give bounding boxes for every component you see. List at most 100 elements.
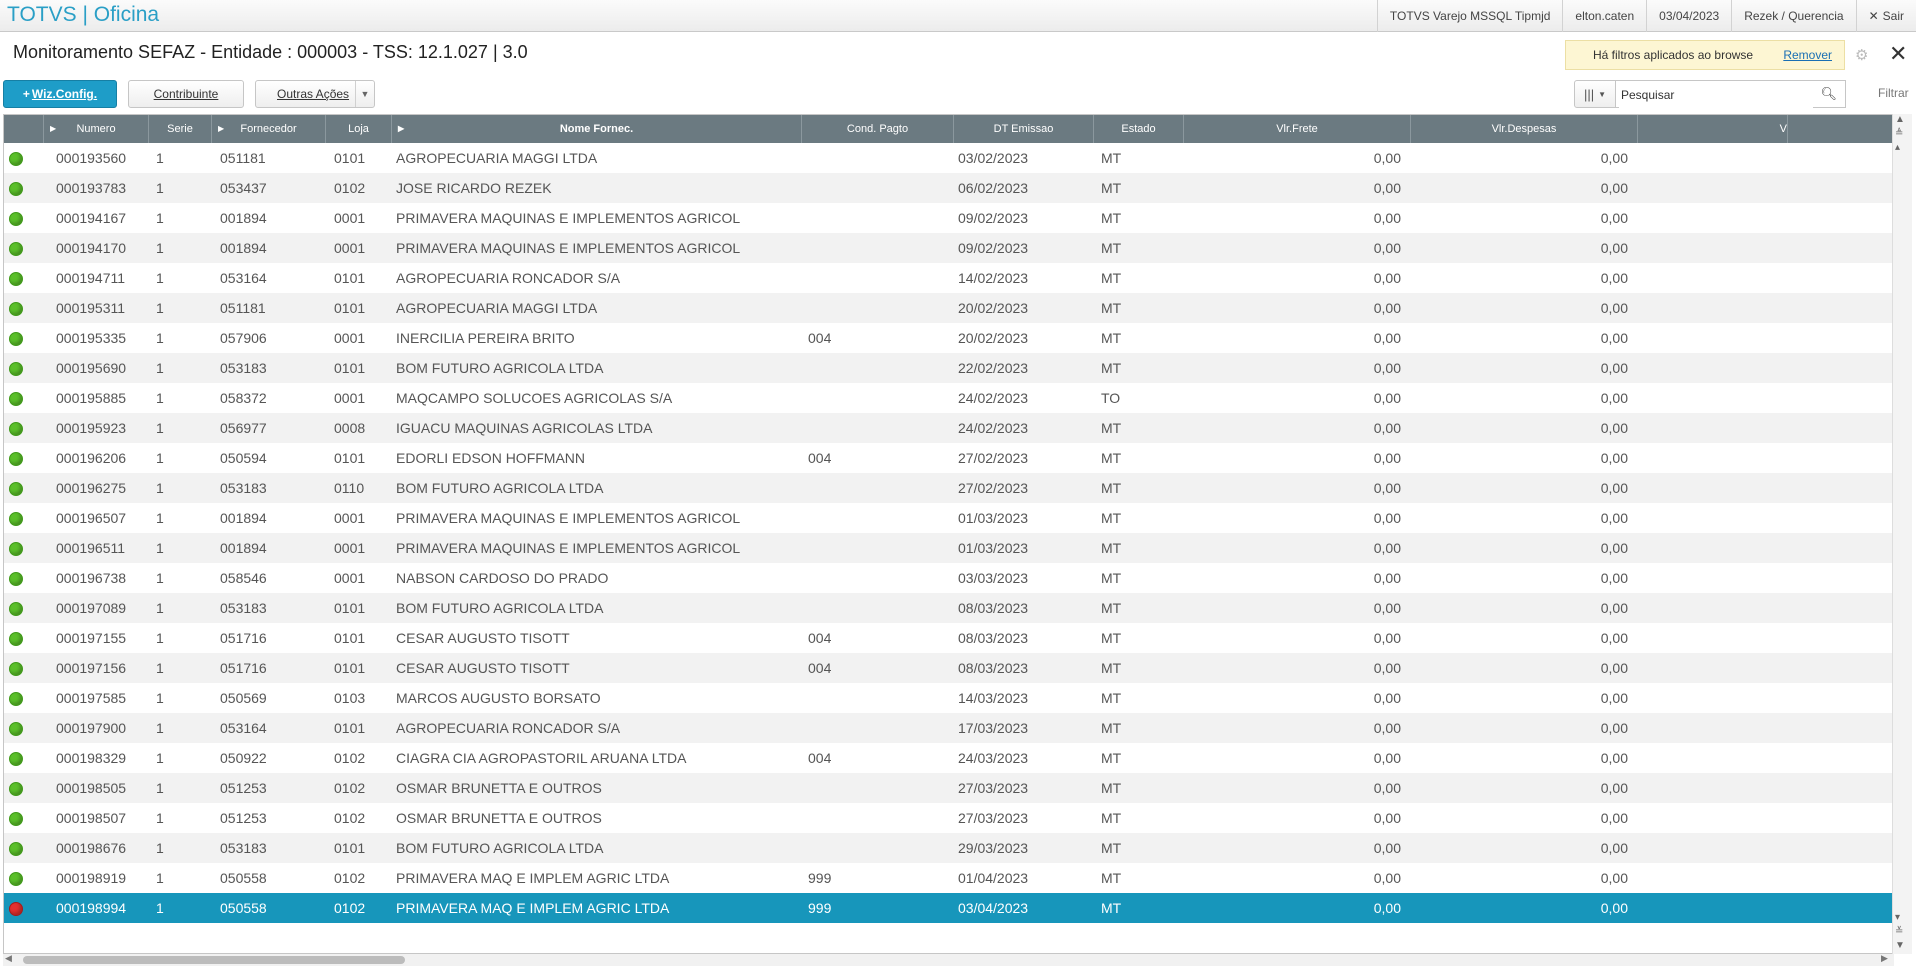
- col-header-numero[interactable]: ▶ Numero: [44, 115, 149, 143]
- search-icon[interactable]: 🔍︎: [1820, 86, 1837, 102]
- scroll-page-down-icon[interactable]: ≚: [1895, 926, 1903, 937]
- scroll-right-icon[interactable]: ▶: [1881, 953, 1888, 964]
- table-row[interactable]: 000196507 1 001894 0001 PRIMAVERA MAQUINAS E…: [4, 503, 1893, 533]
- col-header-serie[interactable]: Serie: [149, 115, 212, 143]
- col-header-dt-emissao[interactable]: DT Emissao: [954, 115, 1094, 143]
- table-row[interactable]: 000197156 1 051716 0101 CESAR AUGUSTO TISOTT…: [4, 653, 1893, 683]
- table-row[interactable]: 000196511 1 001894 0001 PRIMAVERA MAQUINAS E…: [4, 533, 1893, 563]
- table-row[interactable]: 000194170 1 001894 0001 PRIMAVERA MAQUINAS E…: [4, 233, 1893, 263]
- environment-label[interactable]: TOTVS Varejo MSSQL Tipmjd: [1376, 0, 1563, 32]
- cell-nome-fornec: MAQCAMPO SOLUCOES AGRICOLAS S/A: [396, 390, 673, 406]
- cell-numero: 000195311: [56, 300, 126, 316]
- exit-button[interactable]: ✕ Sair: [1855, 0, 1916, 32]
- table-row[interactable]: 000196738 1 058546 0001 NABSON CARDOSO DO PR…: [4, 563, 1893, 593]
- scroll-down-icon[interactable]: ▾: [1895, 912, 1900, 923]
- table-row[interactable]: 000195335 1 057906 0001 INERCILIA PEREIRA BR…: [4, 323, 1893, 353]
- columns-button[interactable]: ||| ▼: [1574, 80, 1616, 108]
- cell-numero: 000198676: [56, 840, 127, 856]
- remove-filter-link[interactable]: Remover: [1783, 48, 1832, 62]
- table-row[interactable]: 000197900 1 053164 0101 AGROPECUARIA RONCADO…: [4, 713, 1893, 743]
- cell-cond-pagto: [802, 263, 954, 293]
- vertical-scrollbar[interactable]: ▲ ≜ ▴ ▾ ≚ ▼: [1892, 114, 1912, 954]
- green-status-icon: [9, 782, 23, 796]
- cell-nome-fornec: CESAR AUGUSTO TISOTT: [396, 630, 570, 646]
- close-x-icon: ✕: [1868, 9, 1879, 23]
- cell-dt-emissao: 27/02/2023: [958, 480, 1029, 496]
- cell-numero: 000195335: [56, 330, 127, 346]
- cell-vlr-despesas: 0,00: [1600, 540, 1628, 556]
- wiz-config-button[interactable]: + Wiz.Config.: [3, 80, 117, 108]
- table-row[interactable]: 000198505 1 051253 0102 OSMAR BRUNETTA E OUT…: [4, 773, 1893, 803]
- col-header-vlr-despesas[interactable]: Vlr.Despesas: [1411, 115, 1638, 143]
- table-row[interactable]: 000194711 1 053164 0101 AGROPECUARIA RONCADO…: [4, 263, 1893, 293]
- col-header-status[interactable]: [4, 115, 44, 143]
- cell-nome-fornec: IGUACU MAQUINAS AGRICOLAS LTDA: [396, 420, 653, 436]
- col-header-cond-pagto[interactable]: Cond. Pagto: [802, 115, 954, 143]
- cell-vlr-frete: 0,00: [1373, 180, 1401, 196]
- table-row[interactable]: 000193783 1 053437 0102 JOSE RICARDO REZEK 06…: [4, 173, 1893, 203]
- table-row[interactable]: 000197155 1 051716 0101 CESAR AUGUSTO TISOTT…: [4, 623, 1893, 653]
- table-row[interactable]: 000196275 1 053183 0110 BOM FUTURO AGRICOLA …: [4, 473, 1893, 503]
- table-row[interactable]: 000195923 1 056977 0008 IGUACU MAQUINAS AGRI…: [4, 413, 1893, 443]
- horizontal-scrollbar[interactable]: ◀ ▶: [3, 953, 1894, 966]
- green-status-icon: [9, 602, 23, 616]
- close-icon[interactable]: ✕: [1889, 41, 1907, 67]
- search-input[interactable]: [1619, 82, 1813, 108]
- scroll-up-icon[interactable]: ▴: [1895, 142, 1900, 153]
- table-row[interactable]: 000197089 1 053183 0101 BOM FUTURO AGRICOLA …: [4, 593, 1893, 623]
- table-row[interactable]: 000198507 1 051253 0102 OSMAR BRUNETTA E OUT…: [4, 803, 1893, 833]
- cell-dt-emissao: 24/02/2023: [958, 390, 1029, 406]
- green-status-icon: [9, 422, 23, 436]
- cell-serie: 1: [156, 360, 164, 376]
- cell-vlr-frete: 0,00: [1373, 330, 1401, 346]
- cell-estado: MT: [1101, 840, 1122, 856]
- grid-header: ▶ Numero Serie ▶ Fornecedor Loja ▶ Nome For…: [4, 115, 1893, 143]
- cell-vlr-frete: 0,00: [1373, 540, 1401, 556]
- horizontal-scroll-thumb[interactable]: [23, 956, 405, 964]
- filtrar-button[interactable]: Filtrar: [1878, 86, 1909, 100]
- scroll-page-up-icon[interactable]: ≜: [1895, 128, 1903, 139]
- cell-cond-pagto: 004: [808, 750, 832, 766]
- status-cell: [4, 203, 44, 233]
- status-cell: [4, 293, 44, 323]
- table-row[interactable]: 000198676 1 053183 0101 BOM FUTURO AGRICOLA …: [4, 833, 1893, 863]
- cell-estado: MT: [1101, 690, 1122, 706]
- cell-vlr-despesas: 0,00: [1600, 180, 1628, 196]
- cell-loja: 0102: [334, 750, 366, 766]
- cell-numero: 000196511: [56, 540, 126, 556]
- scroll-top-icon[interactable]: ▲: [1895, 114, 1905, 125]
- date-label[interactable]: 03/04/2023: [1646, 0, 1731, 32]
- branch-label[interactable]: Rezek / Querencia: [1731, 0, 1855, 32]
- cell-nome-fornec: AGROPECUARIA RONCADOR S/A: [396, 720, 621, 736]
- cell-vlr-frete: 0,00: [1373, 600, 1401, 616]
- col-header-nome-fornec[interactable]: ▶ Nome Fornec.: [392, 115, 802, 143]
- scroll-bottom-icon[interactable]: ▼: [1895, 940, 1905, 951]
- table-row[interactable]: 000195885 1 058372 0001 MAQCAMPO SOLUCOES AG…: [4, 383, 1893, 413]
- table-row[interactable]: 000198329 1 050922 0102 CIAGRA CIA AGROPASTO…: [4, 743, 1893, 773]
- table-row[interactable]: 000198919 1 050558 0102 PRIMAVERA MAQ E IMPL…: [4, 863, 1893, 893]
- scroll-left-icon[interactable]: ◀: [5, 953, 12, 964]
- green-status-icon: [9, 512, 23, 526]
- col-header-fornecedor[interactable]: ▶ Fornecedor: [212, 115, 326, 143]
- col-header-vlr-frete[interactable]: Vlr.Frete: [1184, 115, 1411, 143]
- table-row[interactable]: 000196206 1 050594 0101 EDORLI EDSON HOFFMAN…: [4, 443, 1893, 473]
- cell-estado: MT: [1101, 300, 1122, 316]
- cell-loja: 0101: [334, 600, 366, 616]
- table-row[interactable]: 000197585 1 050569 0103 MARCOS AUGUSTO BORSA…: [4, 683, 1893, 713]
- cell-vlr-despesas: 0,00: [1600, 450, 1628, 466]
- col-header-v[interactable]: V: [1638, 115, 1788, 143]
- dropdown-arrow-icon[interactable]: ▼: [355, 81, 374, 107]
- user-label[interactable]: elton.caten: [1562, 0, 1646, 32]
- table-row[interactable]: 000195690 1 053183 0101 BOM FUTURO AGRICOLA …: [4, 353, 1893, 383]
- outras-acoes-button[interactable]: Outras Ações ▼: [255, 80, 375, 108]
- gear-icon[interactable]: ⚙: [1855, 46, 1868, 64]
- col-header-loja[interactable]: Loja: [326, 115, 392, 143]
- cell-cond-pagto: [802, 413, 954, 443]
- col-header-estado[interactable]: Estado: [1094, 115, 1184, 143]
- table-row[interactable]: 000194167 1 001894 0001 PRIMAVERA MAQUINAS E…: [4, 203, 1893, 233]
- table-row[interactable]: 000195311 1 051181 0101 AGROPECUARIA MAGGI L…: [4, 293, 1893, 323]
- cell-nome-fornec: PRIMAVERA MAQ E IMPLEM AGRIC LTDA: [396, 900, 670, 916]
- table-row[interactable]: 000193560 1 051181 0101 AGROPECUARIA MAGGI L…: [4, 143, 1893, 173]
- contribuinte-button[interactable]: Contribuinte: [128, 80, 244, 108]
- table-row[interactable]: 000198994 1 050558 0102 PRIMAVERA MAQ E IMPL…: [4, 893, 1893, 923]
